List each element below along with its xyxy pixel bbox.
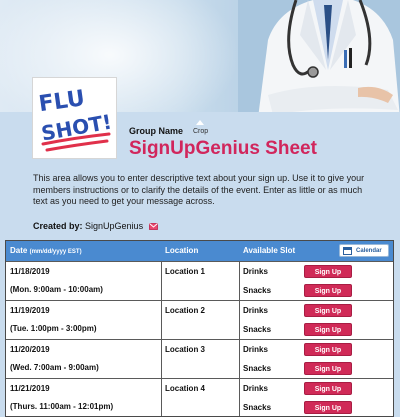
flu-shot-logo-graphic: FLU SHOT! xyxy=(37,86,114,152)
sign-up-button[interactable]: Sign Up xyxy=(304,304,352,317)
sign-up-button[interactable]: Sign Up xyxy=(304,323,352,336)
row-date: 11/18/2019 xyxy=(10,267,50,276)
table-row: 11/18/2019 (Mon. 9:00am - 10:00am) Locat… xyxy=(6,261,393,300)
column-header-location: Location xyxy=(165,246,199,255)
slot-snacks: Snacks xyxy=(243,364,272,373)
sign-up-table: Date (mm/dd/yyyy EST) Location Available… xyxy=(5,240,394,417)
slot-drinks: Drinks xyxy=(243,384,268,393)
crop-link[interactable]: Crop xyxy=(193,128,208,135)
table-row: 11/19/2019 (Tue. 1:00pm - 3:00pm) Locati… xyxy=(6,300,393,339)
sign-up-button[interactable]: Sign Up xyxy=(304,362,352,375)
sign-up-description: This area allows you to enter descriptiv… xyxy=(33,173,365,207)
creator-name[interactable]: SignUpGenius xyxy=(85,221,143,231)
row-time: (Mon. 9:00am - 10:00am) xyxy=(10,285,103,294)
calendar-button-label: Calendar xyxy=(356,248,382,254)
sign-up-button[interactable]: Sign Up xyxy=(304,382,352,395)
calendar-button[interactable]: Calendar xyxy=(339,244,389,257)
flu-shot-logo[interactable]: FLU SHOT! xyxy=(32,77,117,159)
row-time: (Thurs. 11:00am - 12:01pm) xyxy=(10,402,114,411)
group-name-label: Group Name xyxy=(129,126,184,136)
doctor-image xyxy=(238,0,400,118)
logo-text-flu: FLU xyxy=(37,86,86,117)
table-row: 11/21/2019 (Thurs. 11:00am - 12:01pm) Lo… xyxy=(6,378,393,416)
slot-drinks: Drinks xyxy=(243,345,268,354)
crop-caret-icon xyxy=(196,120,204,125)
row-location: Location 1 xyxy=(165,267,206,276)
row-location: Location 2 xyxy=(165,306,206,315)
column-header-date-label: Date xyxy=(10,246,28,255)
calendar-icon xyxy=(343,247,352,255)
created-by: Created by: SignUpGenius xyxy=(33,221,158,231)
created-by-label: Created by: xyxy=(33,221,83,231)
row-date: 11/19/2019 xyxy=(10,306,50,315)
slot-snacks: Snacks xyxy=(243,403,272,412)
row-time: (Wed. 7:00am - 9:00am) xyxy=(10,363,99,372)
column-divider xyxy=(239,261,240,416)
sign-up-button[interactable]: Sign Up xyxy=(304,265,352,278)
column-header-slot: Available Slot xyxy=(243,246,296,255)
row-time: (Tue. 1:00pm - 3:00pm) xyxy=(10,324,97,333)
mail-icon[interactable] xyxy=(148,223,158,230)
slot-drinks: Drinks xyxy=(243,306,268,315)
sign-up-button[interactable]: Sign Up xyxy=(304,401,352,414)
sign-up-button[interactable]: Sign Up xyxy=(304,343,352,356)
column-header-date: Date (mm/dd/yyyy EST) xyxy=(10,246,82,255)
page-title: SignUpGenius Sheet xyxy=(129,138,317,159)
table-header: Date (mm/dd/yyyy EST) Location Available… xyxy=(6,241,393,261)
column-header-date-format: (mm/dd/yyyy EST) xyxy=(29,249,82,255)
row-location: Location 3 xyxy=(165,345,206,354)
table-row: 11/20/2019 (Wed. 7:00am - 9:00am) Locati… xyxy=(6,339,393,378)
row-location: Location 4 xyxy=(165,384,206,393)
slot-drinks: Drinks xyxy=(243,267,268,276)
sign-up-button[interactable]: Sign Up xyxy=(304,284,352,297)
slot-snacks: Snacks xyxy=(243,286,272,295)
row-date: 11/21/2019 xyxy=(10,384,50,393)
slot-snacks: Snacks xyxy=(243,325,272,334)
column-divider xyxy=(161,261,162,416)
row-date: 11/20/2019 xyxy=(10,345,50,354)
